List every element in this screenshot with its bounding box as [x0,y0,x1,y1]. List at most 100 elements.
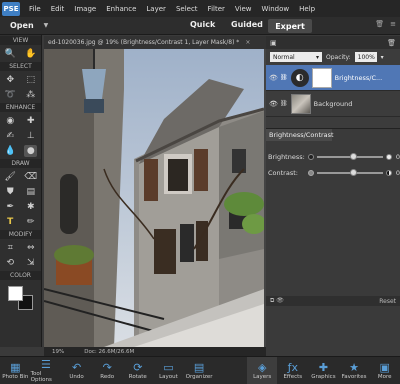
layers-label: Layers [253,373,272,380]
menu-filter[interactable]: Filter [203,5,230,13]
content-aware-move-icon[interactable]: ⇲ [24,257,37,269]
redo-button[interactable]: ↷ Redo [92,357,123,384]
trash-icon[interactable]: 🗑 [375,20,384,28]
zoom-tool-icon[interactable]: 🔍 [4,48,17,60]
blend-mode-select[interactable]: Normal ▾ [270,52,322,62]
rotate-label: Rotate [128,373,147,380]
new-layer-icon[interactable]: ▣ [270,39,277,47]
slider-handle[interactable] [349,169,357,176]
eye-icon[interactable]: 👁 [269,74,278,82]
marquee-tool-icon[interactable]: ⬚ [24,74,37,86]
menu-help[interactable]: Help [294,5,320,13]
link-icon: ⛓ [280,74,288,81]
menu-layer[interactable]: Layer [141,5,171,13]
layout-label: Layout [159,373,178,380]
contrast-value: 0 [395,169,400,177]
type-tool-icon[interactable]: T [4,216,17,228]
menu-bar: PSE File Edit Image Enhance Layer Select… [0,0,400,17]
image-canvas[interactable] [44,49,264,347]
quick-selection-tool-icon[interactable]: ⁂ [24,89,37,101]
clip-to-layer-icon[interactable]: ⧉ 👁 [270,297,284,305]
light-circle-icon [385,154,392,160]
gradient-tool-icon[interactable]: ▤ [24,186,37,198]
menu-window[interactable]: Window [257,5,295,13]
photo-bin-icon: ▦ [10,360,21,374]
healing-brush-icon[interactable]: ✚ [24,115,37,127]
organizer-button[interactable]: ▤ Organizer [184,357,215,384]
menu-select[interactable]: Select [171,5,203,13]
slider-handle[interactable] [349,153,357,160]
brush-tool-icon[interactable]: 🖌 [4,171,17,183]
document-tab[interactable]: ed-1020036.jpg @ 19% (Brightness/Contras… [44,36,266,49]
layers-button[interactable]: ◈ Layers [246,356,278,384]
undo-button[interactable]: ↶ Undo [61,357,92,384]
layers-icon: ◈ [257,360,267,374]
menu-edit[interactable]: Edit [46,5,70,13]
rotate-button[interactable]: ⟳ Rotate [123,357,154,384]
blur-tool-icon[interactable]: 💧 [4,145,17,157]
layer-brightness-contrast[interactable]: 👁 ⛓ ◐ Brightness/C... [266,65,400,91]
effects-button[interactable]: ƒx Effects [277,357,308,384]
chevron-down-icon[interactable]: ▾ [381,54,384,61]
opacity-field[interactable]: 100% [354,52,377,62]
more-label: More [377,373,392,380]
adjustment-layer-icon: ◐ [290,68,309,87]
graphics-button[interactable]: ✚ Graphics [308,357,339,384]
blend-mode-value: Normal [273,53,295,61]
contrast-slider[interactable] [316,169,383,176]
open-button[interactable]: Open ▼ [10,21,48,30]
app-window: PSE File Edit Image Enhance Layer Select… [0,0,400,384]
tool-options-icon: ☰ [41,357,51,371]
organizer-label: Organizer [185,373,213,380]
photo-bin-button[interactable]: ▦ Photo Bin [0,357,31,384]
trash-icon[interactable]: 🗑 [387,39,396,47]
favorites-button[interactable]: ★ Favorites [339,357,370,384]
effects-icon: ƒx [287,360,298,374]
layer-background[interactable]: 👁 ⛓ Background [266,91,400,117]
close-icon[interactable]: × [245,39,250,46]
mode-expert[interactable]: Expert [268,19,312,33]
rotate-icon: ⟳ [133,360,143,374]
eyedropper-tool-icon[interactable]: ✒ [4,201,17,213]
mode-guided[interactable]: Guided [231,20,263,29]
pencil-tool-icon[interactable]: ✏ [24,216,37,228]
lasso-tool-icon[interactable]: ➰ [4,89,17,101]
document-size: Doc: 26.6M/26.6M [84,348,135,355]
mode-quick[interactable]: Quick [190,20,215,29]
section-enhance: ENHANCE [0,103,41,112]
eraser-tool-icon[interactable]: ⌫ [24,171,37,183]
menu-view[interactable]: View [230,5,257,13]
hand-tool-icon[interactable]: ✋ [24,48,37,60]
menu-image[interactable]: Image [69,5,101,13]
crop-tool-icon[interactable]: ⌗ [4,242,17,254]
eye-icon[interactable]: 👁 [269,100,278,108]
recompose-tool-icon[interactable]: ⇔ [24,242,37,254]
toolbox: VIEW 🔍 ✋ SELECT ✥ ⬚ ➰ ⁂ ENHANCE ◉ ✚ ✍ ⊥ … [0,35,42,347]
clone-stamp-icon[interactable]: ⊥ [24,130,37,142]
brightness-slider[interactable] [316,153,383,160]
brightness-row: Brightness: 0 [266,149,400,165]
smart-brush-icon[interactable]: ✍ [4,130,17,142]
paint-bucket-icon[interactable]: ⛊ [4,186,17,198]
straighten-tool-icon[interactable]: ⟲ [4,257,17,269]
menu-icon[interactable]: ≡ [390,20,396,28]
blend-row: Normal ▾ Opacity: 100% ▾ [266,49,400,65]
layer-mask-thumbnail[interactable] [311,67,332,88]
favorites-label: Favorites [341,373,367,380]
menu-enhance[interactable]: Enhance [101,5,141,13]
foreground-color-swatch[interactable] [8,286,23,301]
layer-thumbnail [290,93,311,114]
sponge-tool-icon[interactable]: ● [24,144,38,157]
graphics-label: Graphics [311,373,336,380]
eye-tool-icon[interactable]: ◉ [4,115,17,127]
menu-file[interactable]: File [24,5,46,13]
reset-button[interactable]: Reset [379,298,396,305]
layout-button[interactable]: ▭ Layout [153,357,184,384]
section-modify: MODIFY [0,230,41,239]
move-tool-icon[interactable]: ✥ [4,74,17,86]
zoom-level: 19% [52,348,65,355]
adjustment-panel: Brightness/Contrast Brightness: 0 Contra… [266,128,400,306]
custom-shape-icon[interactable]: ✱ [24,201,37,213]
tool-options-button[interactable]: ☰ Tool Options [31,357,62,384]
more-button[interactable]: ▣ More [369,357,400,384]
